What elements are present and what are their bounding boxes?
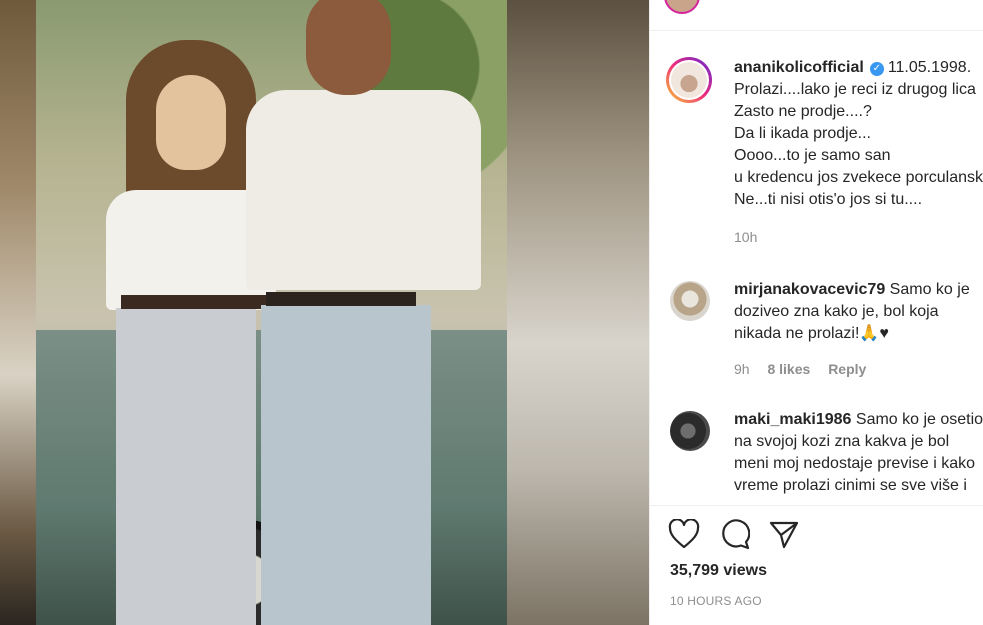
caption-time[interactable]: 10h [734, 229, 757, 245]
caption-line: Oooo...to je samo san [734, 147, 891, 164]
comment-item: mirjanakovacevic79 Samo ko je doziveo zn… [666, 279, 983, 389]
comment-line: meni moj nedostaje previse i kako [734, 455, 976, 472]
post-side-panel: ananikolicofficial ✓ 11.05.1998. Prolazi..… [649, 0, 983, 625]
caption-meta: 10h [734, 229, 771, 245]
heart-outline-icon[interactable] [668, 519, 700, 549]
comment-line: nikada ne prolazi!🙏 [734, 325, 880, 342]
divider [650, 505, 983, 506]
comment-line: doziveo zna kako je, bol koja [734, 303, 939, 320]
comment-reply-button[interactable]: Reply [828, 361, 866, 377]
caption-line: Prolazi....lako je reci iz drugog lica [734, 81, 976, 98]
caption-line: Zasto ne prodje....? [734, 103, 872, 120]
comment-line: na svojoj kozi zna kakva je bol [734, 433, 950, 450]
commenter-avatar[interactable] [670, 281, 710, 321]
photo-person-man [236, 0, 481, 625]
caption-line: Ne...ti nisi otis'o jos si tu.... [734, 191, 923, 208]
author-avatar[interactable] [666, 57, 712, 103]
caption-date: 11.05.1998. [887, 59, 972, 76]
caption-entry: ananikolicofficial ✓ 11.05.1998. Prolazi..… [666, 57, 983, 287]
comment-line: Samo ko je osetio [855, 411, 983, 428]
caption-line: u kredencu jos zvekece porculanski [734, 169, 983, 186]
commenter-username[interactable]: maki_maki1986 [734, 411, 851, 428]
caption-text: ananikolicofficial ✓ 11.05.1998. Prolazi..… [734, 57, 983, 211]
commenter-username[interactable]: mirjanakovacevic79 [734, 281, 885, 298]
comments-list[interactable]: ananikolicofficial ✓ 11.05.1998. Prolazi..… [650, 31, 983, 505]
media-blur-left [0, 0, 36, 625]
post-media[interactable] [0, 0, 649, 625]
caption-line: Da li ikada prodje... [734, 125, 871, 142]
comment-text: maki_maki1986 Samo ko je osetio na svojo… [734, 409, 983, 497]
comment-meta: 9h 8 likes Reply [734, 361, 880, 377]
views-count[interactable]: 35,799 views [670, 562, 767, 580]
paper-plane-icon[interactable] [768, 518, 800, 550]
post-photo[interactable] [36, 0, 507, 625]
comment-item: maki_maki1986 Samo ko je osetio na svojo… [666, 409, 983, 505]
commenter-avatar[interactable] [670, 411, 710, 451]
author-username[interactable]: ananikolicofficial [734, 59, 864, 76]
comment-time[interactable]: 9h [734, 361, 750, 377]
comment-text: mirjanakovacevic79 Samo ko je doziveo zn… [734, 279, 983, 345]
comment-line: vreme prolazi cinimi se sve više i [734, 477, 967, 494]
comment-likes[interactable]: 8 likes [767, 361, 810, 377]
post-actions [668, 518, 800, 550]
header-avatar[interactable] [664, 0, 700, 14]
post-timestamp[interactable]: 10 HOURS AGO [670, 594, 762, 608]
comment-bubble-icon[interactable] [718, 518, 750, 550]
black-heart-icon: ♥ [879, 325, 889, 342]
verified-badge-icon: ✓ [869, 62, 884, 76]
media-blur-right [507, 0, 649, 625]
comment-line: Samo ko je [889, 281, 970, 298]
